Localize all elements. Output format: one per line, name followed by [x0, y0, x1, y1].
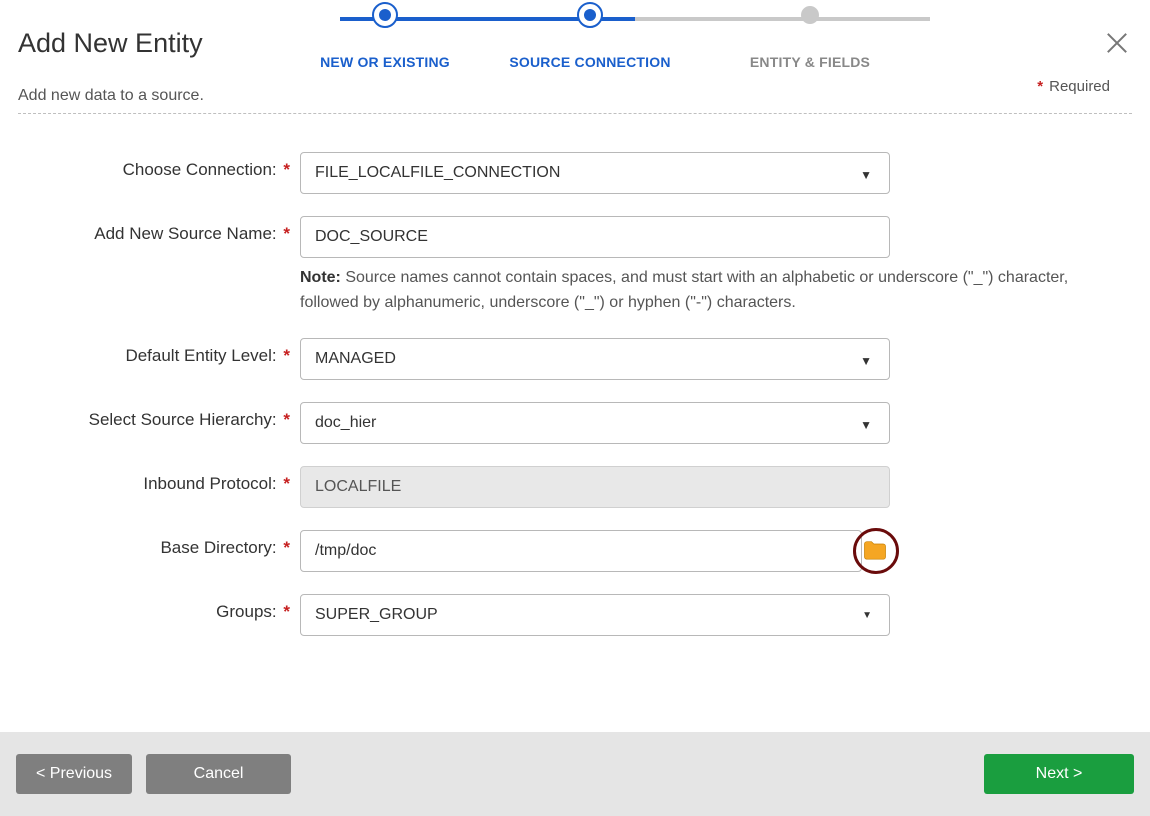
- label-choose-connection: Choose Connection: *: [18, 152, 300, 180]
- label-inbound-protocol: Inbound Protocol: *: [18, 466, 300, 494]
- source-hierarchy-select[interactable]: doc_hier: [300, 402, 890, 444]
- step-new-or-existing[interactable]: NEW OR EXISTING: [290, 2, 480, 70]
- label-groups: Groups: *: [18, 594, 300, 622]
- required-label: Required: [1049, 78, 1110, 95]
- choose-connection-select[interactable]: FILE_LOCALFILE_CONNECTION: [300, 152, 890, 194]
- required-star-icon: *: [283, 602, 290, 621]
- wizard-stepper: NEW OR EXISTING SOURCE CONNECTION ENTITY…: [290, 2, 970, 77]
- step-dot-icon: [577, 2, 603, 28]
- row-source-name: Add New Source Name: *: [18, 216, 1132, 258]
- row-base-directory: Base Directory: *: [18, 530, 1132, 572]
- dialog-footer: < Previous Cancel Next >: [0, 732, 1150, 816]
- step-label: ENTITY & FIELDS: [720, 54, 900, 70]
- row-groups: Groups: * SUPER_GROUP ▼: [18, 594, 1132, 636]
- required-star-icon: *: [283, 474, 290, 493]
- required-star-icon: *: [283, 410, 290, 429]
- source-name-input[interactable]: [300, 216, 890, 258]
- next-button[interactable]: Next >: [984, 754, 1134, 794]
- folder-icon: [861, 537, 889, 565]
- form-area: Choose Connection: * FILE_LOCALFILE_CONN…: [0, 124, 1150, 668]
- browse-folder-button[interactable]: [861, 537, 889, 565]
- row-entity-level: Default Entity Level: * MANAGED ▼: [18, 338, 1132, 380]
- step-source-connection[interactable]: SOURCE CONNECTION: [490, 2, 690, 70]
- entity-level-select[interactable]: MANAGED: [300, 338, 890, 380]
- step-entity-and-fields[interactable]: ENTITY & FIELDS: [720, 2, 900, 70]
- step-dot-icon: [372, 2, 398, 28]
- previous-button[interactable]: < Previous: [16, 754, 132, 794]
- required-star-icon: *: [283, 538, 290, 557]
- close-icon[interactable]: [1102, 28, 1132, 58]
- required-indicator: * Required: [1037, 78, 1110, 95]
- row-source-name-note: Note: Source names cannot contain spaces…: [18, 266, 1132, 316]
- dialog-header: Add New Entity NEW OR EXISTING SOURCE CO…: [0, 0, 1150, 105]
- label-base-directory: Base Directory: *: [18, 530, 300, 558]
- step-label: NEW OR EXISTING: [290, 54, 480, 70]
- label-source-name: Add New Source Name: *: [18, 216, 300, 244]
- cancel-button[interactable]: Cancel: [146, 754, 291, 794]
- section-divider: [18, 113, 1132, 114]
- page-subtitle: Add new data to a source.: [18, 87, 1132, 105]
- inbound-protocol-readonly: LOCALFILE: [300, 466, 890, 508]
- row-choose-connection: Choose Connection: * FILE_LOCALFILE_CONN…: [18, 152, 1132, 194]
- label-source-hierarchy: Select Source Hierarchy: *: [18, 402, 300, 430]
- base-directory-input[interactable]: [300, 530, 862, 572]
- required-star-icon: *: [283, 346, 290, 365]
- required-star-icon: *: [1037, 78, 1043, 95]
- step-label: SOURCE CONNECTION: [490, 54, 690, 70]
- label-entity-level: Default Entity Level: *: [18, 338, 300, 366]
- groups-select[interactable]: SUPER_GROUP: [300, 594, 890, 636]
- row-source-hierarchy: Select Source Hierarchy: * doc_hier ▼: [18, 402, 1132, 444]
- step-dot-icon: [801, 6, 819, 24]
- required-star-icon: *: [283, 224, 290, 243]
- row-inbound-protocol: Inbound Protocol: * LOCALFILE: [18, 466, 1132, 508]
- required-star-icon: *: [283, 160, 290, 179]
- source-name-note: Note: Source names cannot contain spaces…: [300, 266, 1100, 316]
